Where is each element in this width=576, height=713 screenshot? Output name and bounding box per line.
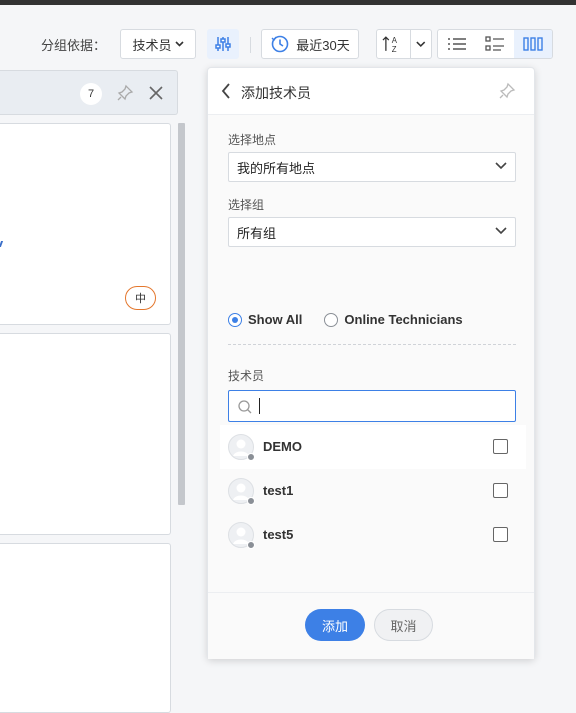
add-technician-panel: 添加技术员 选择地点 我的所有地点 选择组 所有组 Show All Onlin…	[207, 67, 535, 659]
priority-badge: 中	[125, 286, 156, 310]
chevron-down-icon	[495, 227, 507, 235]
date-range-button[interactable]: 最近30天	[261, 29, 359, 59]
technician-row[interactable]: test5	[220, 513, 526, 557]
pin-icon[interactable]	[116, 84, 134, 102]
panel-header: 添加技术员	[208, 68, 534, 115]
column-count-badge: 7	[80, 83, 102, 105]
panel-body: 选择地点 我的所有地点 选择组 所有组 Show All Online Tech…	[208, 115, 534, 592]
toolbar-divider	[250, 37, 251, 53]
sort-button[interactable]: A Z	[376, 29, 432, 59]
cancel-button[interactable]: 取消	[374, 609, 433, 641]
filter-settings-button[interactable]	[207, 29, 239, 59]
panel-footer: 添加 取消	[208, 592, 534, 659]
site-select-value: 我的所有地点	[237, 160, 316, 176]
date-range-label: 最近30天	[296, 37, 350, 53]
radio-online-technicians-label[interactable]: Online Technicians	[344, 312, 462, 327]
group-label: 选择组	[228, 198, 265, 212]
columns-icon	[523, 37, 543, 51]
back-chevron-icon[interactable]	[220, 82, 232, 100]
radio-online-technicians[interactable]	[324, 312, 339, 327]
technician-checkbox[interactable]	[493, 483, 508, 498]
radio-show-all[interactable]	[228, 312, 242, 327]
technicians-label: 技术员	[228, 369, 265, 383]
close-icon[interactable]	[148, 85, 164, 101]
avatar	[228, 478, 255, 505]
detail-list-icon	[485, 36, 504, 51]
technician-search-input[interactable]	[228, 390, 516, 422]
site-label: 选择地点	[228, 133, 277, 147]
site-select[interactable]: 我的所有地点	[228, 152, 516, 182]
status-dot	[247, 497, 255, 505]
pin-icon[interactable]	[498, 82, 516, 100]
avatar	[228, 522, 255, 549]
chevron-down-icon	[174, 41, 184, 47]
avatar	[228, 434, 255, 461]
panel-title: 添加技术员	[241, 85, 311, 101]
technician-row[interactable]: DEMO	[220, 425, 526, 469]
sort-dropdown-chevron-icon[interactable]	[411, 40, 431, 48]
search-icon	[238, 400, 252, 414]
detail-list-view-button[interactable]	[476, 30, 514, 58]
sort-az-icon: A Z	[382, 36, 398, 54]
status-dot	[247, 453, 255, 461]
technician-name: test5	[263, 527, 294, 542]
group-by-select[interactable]: 技术员	[120, 29, 196, 59]
chevron-down-icon	[495, 162, 507, 170]
group-by-label: 分组依据：	[41, 38, 107, 53]
group-by-value: 技术员	[132, 37, 172, 53]
clock-history-icon	[271, 35, 289, 53]
view-switcher	[437, 29, 553, 59]
radio-show-all-label[interactable]: Show All	[248, 312, 302, 327]
technician-name: test1	[263, 483, 294, 498]
technician-row[interactable]: test1	[220, 469, 526, 513]
list-view-button[interactable]	[438, 30, 476, 58]
technician-name: DEMO	[263, 439, 302, 454]
group-select[interactable]: 所有组	[228, 217, 516, 247]
sliders-icon	[215, 37, 231, 51]
technician-checkbox[interactable]	[493, 439, 508, 454]
svg-text:A: A	[392, 36, 398, 45]
board-view-button[interactable]	[514, 30, 552, 58]
board-column-header: 7	[0, 70, 178, 115]
card-text-fragment	[0, 241, 7, 247]
group-select-value: 所有组	[237, 225, 277, 241]
top-bar	[0, 0, 576, 5]
technician-filter-radios: Show All Online Technicians	[228, 312, 463, 327]
technician-checkbox[interactable]	[493, 527, 508, 542]
svg-text:Z: Z	[392, 45, 397, 54]
ticket-card[interactable]: 中	[0, 123, 171, 325]
section-divider	[228, 344, 516, 345]
ticket-card[interactable]	[0, 333, 171, 535]
list-icon	[448, 38, 466, 50]
column-scrollbar[interactable]	[178, 123, 185, 505]
text-cursor	[259, 398, 260, 414]
add-button[interactable]: 添加	[305, 609, 365, 641]
ticket-card[interactable]	[0, 543, 171, 713]
status-dot	[247, 541, 255, 549]
